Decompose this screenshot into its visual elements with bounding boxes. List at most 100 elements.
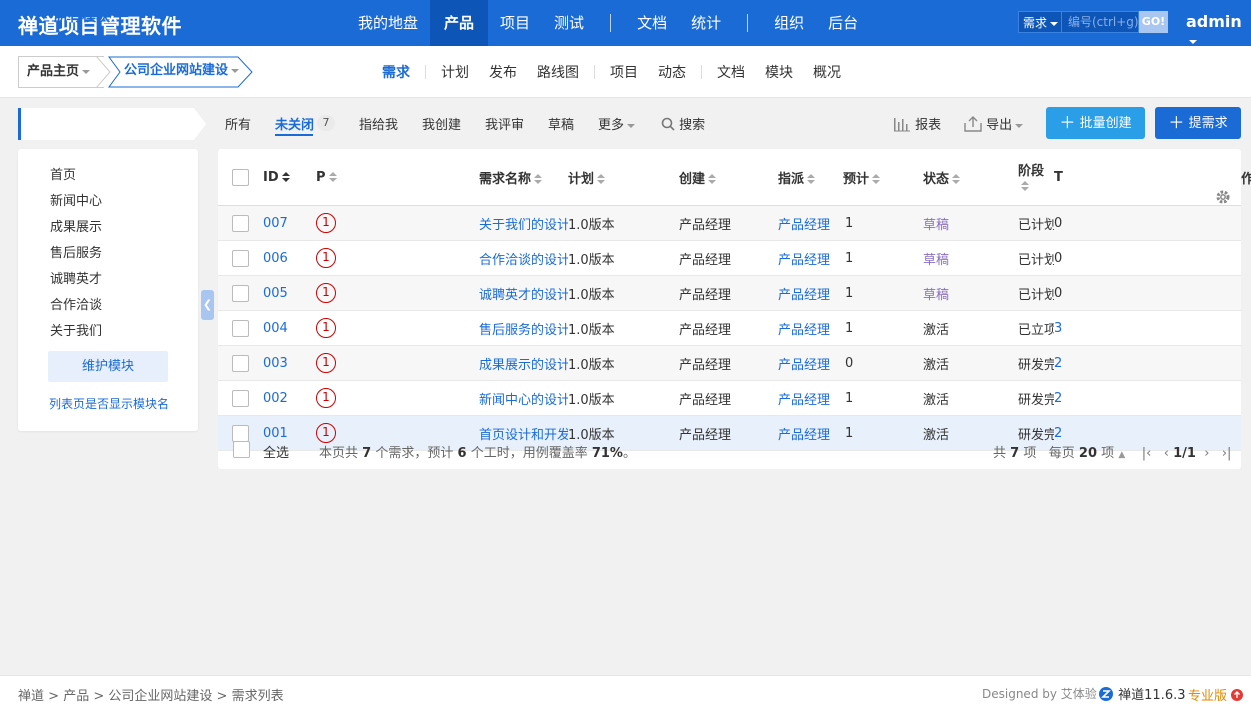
footer-crumb[interactable]: 公司企业网站建设: [108, 689, 212, 704]
row-select-cell[interactable]: [218, 310, 263, 346]
module-item[interactable]: 关于我们: [50, 320, 102, 339]
col-stage[interactable]: 阶段: [1018, 149, 1054, 206]
first-page-icon[interactable]: |‹: [1142, 446, 1152, 461]
story-id-link[interactable]: 007: [263, 216, 288, 231]
checkbox[interactable]: [232, 214, 249, 232]
filter-draft[interactable]: 草稿: [548, 114, 574, 133]
menu-plan[interactable]: 计划: [431, 62, 479, 82]
assignee-link[interactable]: 产品经理: [778, 323, 830, 338]
nav-test[interactable]: 测试: [542, 0, 596, 46]
story-id-link[interactable]: 002: [263, 391, 288, 406]
checkbox[interactable]: [232, 389, 249, 407]
id-cell[interactable]: 007: [263, 205, 316, 241]
checkbox[interactable]: [232, 249, 249, 267]
task-count-cell[interactable]: 2: [1054, 345, 1241, 381]
gear-icon[interactable]: [1215, 189, 1231, 205]
story-id-link[interactable]: 004: [263, 321, 288, 336]
title-cell[interactable]: 关于我们的设计和开发: [479, 205, 568, 241]
footer-crumb[interactable]: 产品: [63, 689, 89, 704]
menu-project[interactable]: 项目: [600, 62, 648, 82]
product-switcher[interactable]: 公司企业网站建设: [110, 56, 240, 88]
id-cell[interactable]: 005: [263, 275, 316, 311]
nav-stat[interactable]: 统计: [679, 0, 733, 46]
col-title[interactable]: 需求名称: [479, 149, 568, 206]
story-title-link[interactable]: 新闻中心的设计和开发。: [479, 393, 568, 408]
product-home-crumb[interactable]: 产品主页: [18, 56, 104, 88]
menu-doc[interactable]: 文档: [707, 62, 755, 82]
assignee-link[interactable]: 产品经理: [778, 358, 830, 373]
edition-label[interactable]: 专业版: [1188, 685, 1244, 704]
module-item[interactable]: 成果展示: [50, 216, 102, 235]
assignee-cell[interactable]: 产品经理: [778, 345, 843, 381]
row-select-cell[interactable]: [218, 240, 263, 276]
nav-project[interactable]: 项目: [488, 0, 542, 46]
footer-crumb[interactable]: 禅道: [18, 689, 44, 704]
search-type-select[interactable]: 需求: [1018, 11, 1062, 33]
last-page-icon[interactable]: ›|: [1222, 446, 1232, 461]
batch-create-button[interactable]: ＋ 批量创建: [1046, 107, 1145, 139]
assignee-cell[interactable]: 产品经理: [778, 205, 843, 241]
row-select-cell[interactable]: [218, 275, 263, 311]
checkbox[interactable]: [232, 319, 249, 337]
story-title-link[interactable]: 合作洽谈的设计和开发: [479, 253, 568, 268]
assignee-link[interactable]: 产品经理: [778, 288, 830, 303]
checkbox[interactable]: [232, 354, 249, 372]
filter-unclosed[interactable]: 未关闭: [275, 114, 314, 133]
search-go-button[interactable]: GO!: [1139, 11, 1168, 33]
checkbox[interactable]: [232, 284, 249, 302]
menu-module[interactable]: 模块: [755, 62, 803, 82]
collapse-sidebar-button[interactable]: ❮: [201, 290, 214, 320]
table-row[interactable]: 006 1 合作洽谈的设计和开发1.0版本 产品经理 产品经理 1 草稿 已计划0: [218, 240, 1241, 276]
table-row[interactable]: 005 1 诚聘英才的设计和开发1.0版本 产品经理 产品经理 1 草稿 已计划0: [218, 275, 1241, 311]
col-plan[interactable]: 计划: [568, 149, 679, 206]
assignee-cell[interactable]: 产品经理: [778, 310, 843, 346]
story-id-link[interactable]: 003: [263, 356, 288, 371]
next-page-icon[interactable]: ›: [1204, 446, 1209, 461]
task-count[interactable]: 2: [1054, 356, 1062, 371]
story-id-link[interactable]: 006: [263, 251, 288, 266]
search-input[interactable]: [1062, 11, 1139, 33]
story-title-link[interactable]: 诚聘英才的设计和开发: [479, 288, 568, 303]
col-priority[interactable]: P: [316, 149, 479, 206]
id-cell[interactable]: 003: [263, 345, 316, 381]
assignee-link[interactable]: 产品经理: [778, 253, 830, 268]
module-item[interactable]: 售后服务: [50, 242, 102, 261]
assignee-link[interactable]: 产品经理: [778, 393, 830, 408]
col-assignee[interactable]: 指派: [778, 149, 843, 206]
module-item[interactable]: 新闻中心: [50, 190, 102, 209]
menu-dynamic[interactable]: 动态: [648, 62, 696, 82]
task-count[interactable]: 3: [1054, 321, 1062, 336]
table-row[interactable]: 003 1 成果展示的设计和开发1.0版本 产品经理 产品经理 0 激活 研发完毕2: [218, 345, 1241, 381]
row-select-cell[interactable]: [218, 345, 263, 381]
assignee-cell[interactable]: 产品经理: [778, 380, 843, 416]
col-creator[interactable]: 创建: [679, 149, 778, 206]
menu-story[interactable]: 需求: [372, 62, 420, 82]
select-all-label[interactable]: 全选: [263, 442, 289, 461]
id-cell[interactable]: 002: [263, 380, 316, 416]
assignee-cell[interactable]: 产品经理: [778, 240, 843, 276]
filter-more[interactable]: 更多: [598, 114, 636, 133]
menu-release[interactable]: 发布: [479, 62, 527, 82]
assignee-cell[interactable]: 产品经理: [778, 275, 843, 311]
menu-view[interactable]: 概况: [803, 62, 851, 82]
col-estimate[interactable]: 预计: [843, 149, 923, 206]
filter-assigned-to-me[interactable]: 指给我: [359, 114, 398, 133]
story-title-link[interactable]: 关于我们的设计和开发: [479, 218, 568, 233]
nav-my[interactable]: 我的地盘: [346, 0, 430, 46]
select-all-checkbox[interactable]: [233, 441, 250, 458]
export-button[interactable]: 导出: [964, 114, 1024, 133]
row-select-cell[interactable]: [218, 205, 263, 241]
title-cell[interactable]: 成果展示的设计和开发: [479, 345, 568, 381]
assignee-link[interactable]: 产品经理: [778, 218, 830, 233]
nav-product[interactable]: 产品: [430, 0, 489, 46]
task-count-cell[interactable]: 2: [1054, 380, 1241, 416]
show-module-name-link[interactable]: 列表页是否显示模块名: [49, 395, 169, 412]
title-cell[interactable]: 诚聘英才的设计和开发: [479, 275, 568, 311]
title-cell[interactable]: 新闻中心的设计和开发。: [479, 380, 568, 416]
search-toggle[interactable]: 搜索: [661, 114, 705, 133]
title-cell[interactable]: 合作洽谈的设计和开发: [479, 240, 568, 276]
all-modules-header[interactable]: [18, 108, 194, 140]
col-id[interactable]: ID: [263, 149, 316, 206]
filter-all[interactable]: 所有: [225, 114, 251, 133]
task-count[interactable]: 2: [1054, 391, 1062, 406]
